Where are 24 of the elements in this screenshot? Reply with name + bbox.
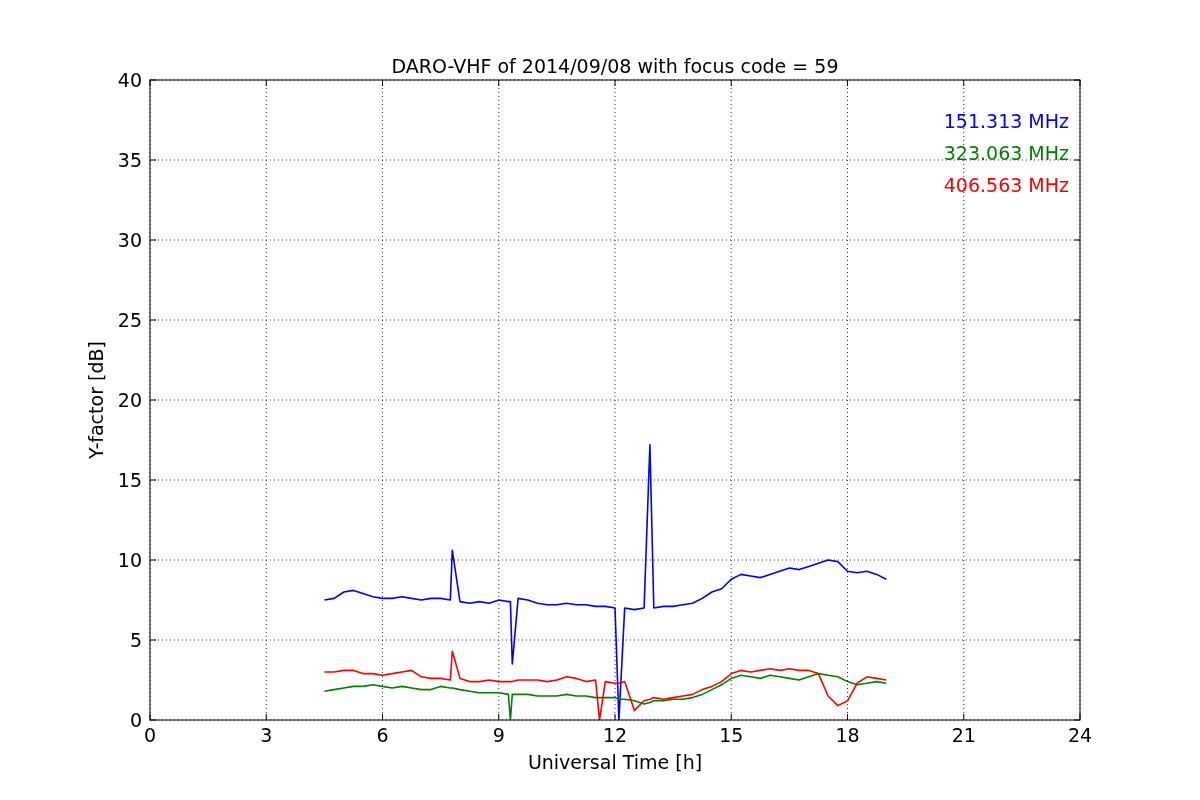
- tick-label: 3: [260, 724, 273, 746]
- legend-label: 323.063 MHz: [943, 142, 1069, 164]
- tick-label: 15: [719, 724, 744, 746]
- tick-label: 9: [492, 724, 505, 746]
- tick-label: 0: [129, 709, 142, 731]
- tick-label: 15: [117, 469, 142, 491]
- axis-title: Universal Time [h]: [527, 751, 703, 773]
- tick-label: 0: [143, 724, 157, 746]
- tick-label: 35: [117, 149, 142, 171]
- tick-label: 40: [117, 69, 142, 91]
- tick-label: 30: [117, 229, 142, 251]
- tick-label: 25: [117, 309, 142, 331]
- tick-label: 24: [1067, 724, 1093, 746]
- tick-label: 21: [951, 724, 976, 746]
- tick-label: 5: [129, 629, 142, 651]
- tick-label: 18: [835, 724, 860, 746]
- tick-label: 20: [117, 389, 142, 411]
- legend-label: 406.563 MHz: [943, 174, 1069, 196]
- chart-title: DARO-VHF of 2014/09/08 with focus code = 59: [391, 55, 839, 77]
- legend-label: 151.313 MHz: [943, 110, 1069, 132]
- tick-label: 10: [117, 549, 142, 571]
- tick-label: 6: [376, 724, 389, 746]
- tick-label: 12: [602, 724, 628, 746]
- axis-title: Y-factor [dB]: [85, 341, 107, 459]
